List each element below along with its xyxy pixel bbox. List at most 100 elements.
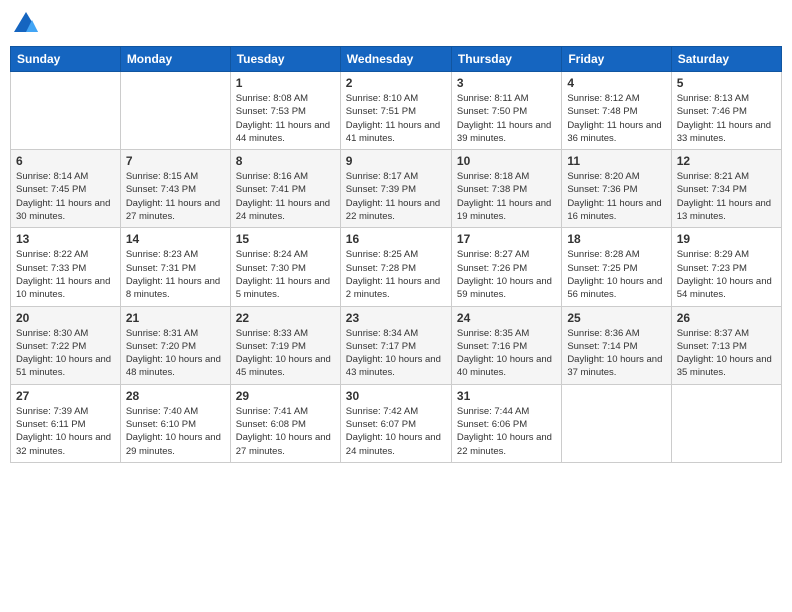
day-number: 2 bbox=[346, 76, 446, 90]
calendar-cell: 20 Sunrise: 8:30 AM Sunset: 7:22 PM Dayli… bbox=[11, 306, 121, 384]
calendar-cell: 24Sunrise: 8:35 AM Sunset: 7:16 PM Dayli… bbox=[451, 306, 561, 384]
day-detail: Sunrise: 7:41 AM Sunset: 6:08 PM Dayligh… bbox=[236, 405, 335, 458]
weekday-header-row: SundayMondayTuesdayWednesdayThursdayFrid… bbox=[11, 47, 782, 72]
calendar-cell: 3 Sunrise: 8:11 AM Sunset: 7:50 PM Daylig… bbox=[451, 72, 561, 150]
day-number: 16 bbox=[346, 232, 446, 246]
calendar-cell bbox=[120, 72, 230, 150]
day-number: 20 bbox=[16, 311, 115, 325]
day-number: 4 bbox=[567, 76, 665, 90]
weekday-header-tuesday: Tuesday bbox=[230, 47, 340, 72]
calendar-cell: 13Sunrise: 8:22 AM Sunset: 7:33 PM Dayli… bbox=[11, 228, 121, 306]
day-detail: Sunrise: 8:37 AM Sunset: 7:13 PM Dayligh… bbox=[677, 327, 776, 380]
calendar-cell: 12Sunrise: 8:21 AM Sunset: 7:34 PM Dayli… bbox=[671, 150, 781, 228]
day-detail: Sunrise: 7:40 AM Sunset: 6:10 PM Dayligh… bbox=[126, 405, 225, 458]
day-number: 6 bbox=[16, 154, 115, 168]
calendar-week-1: 1Sunrise: 8:08 AM Sunset: 7:53 PM Daylig… bbox=[11, 72, 782, 150]
day-number: 3 bbox=[457, 76, 556, 90]
calendar-cell: 19 Sunrise: 8:29 AM Sunset: 7:23 PM Dayli… bbox=[671, 228, 781, 306]
weekday-header-monday: Monday bbox=[120, 47, 230, 72]
day-detail: Sunrise: 8:15 AM Sunset: 7:43 PM Dayligh… bbox=[126, 170, 225, 223]
day-detail: Sunrise: 8:14 AM Sunset: 7:45 PM Dayligh… bbox=[16, 170, 115, 223]
day-detail: Sunrise: 8:28 AM Sunset: 7:25 PM Dayligh… bbox=[567, 248, 665, 301]
day-number: 17 bbox=[457, 232, 556, 246]
day-number: 11 bbox=[567, 154, 665, 168]
day-number: 9 bbox=[346, 154, 446, 168]
day-number: 19 bbox=[677, 232, 776, 246]
day-detail: Sunrise: 8:29 AM Sunset: 7:23 PM Dayligh… bbox=[677, 248, 776, 301]
day-detail: Sunrise: 8:11 AM Sunset: 7:50 PM Dayligh… bbox=[457, 92, 556, 145]
day-number: 8 bbox=[236, 154, 335, 168]
calendar-cell: 14Sunrise: 8:23 AM Sunset: 7:31 PM Dayli… bbox=[120, 228, 230, 306]
day-detail: Sunrise: 8:25 AM Sunset: 7:28 PM Dayligh… bbox=[346, 248, 446, 301]
day-detail: Sunrise: 8:36 AM Sunset: 7:14 PM Dayligh… bbox=[567, 327, 665, 380]
calendar-cell: 7 Sunrise: 8:15 AM Sunset: 7:43 PM Daylig… bbox=[120, 150, 230, 228]
day-number: 13 bbox=[16, 232, 115, 246]
day-detail: Sunrise: 8:31 AM Sunset: 7:20 PM Dayligh… bbox=[126, 327, 225, 380]
day-number: 21 bbox=[126, 311, 225, 325]
day-detail: Sunrise: 8:33 AM Sunset: 7:19 PM Dayligh… bbox=[236, 327, 335, 380]
calendar-week-3: 13Sunrise: 8:22 AM Sunset: 7:33 PM Dayli… bbox=[11, 228, 782, 306]
day-number: 5 bbox=[677, 76, 776, 90]
day-number: 10 bbox=[457, 154, 556, 168]
day-number: 30 bbox=[346, 389, 446, 403]
day-number: 27 bbox=[16, 389, 115, 403]
day-detail: Sunrise: 8:34 AM Sunset: 7:17 PM Dayligh… bbox=[346, 327, 446, 380]
calendar-cell: 31Sunrise: 7:44 AM Sunset: 6:06 PM Dayli… bbox=[451, 384, 561, 462]
page: SundayMondayTuesdayWednesdayThursdayFrid… bbox=[0, 0, 792, 612]
day-detail: Sunrise: 8:23 AM Sunset: 7:31 PM Dayligh… bbox=[126, 248, 225, 301]
day-number: 29 bbox=[236, 389, 335, 403]
day-number: 18 bbox=[567, 232, 665, 246]
day-detail: Sunrise: 8:17 AM Sunset: 7:39 PM Dayligh… bbox=[346, 170, 446, 223]
header bbox=[10, 10, 782, 38]
weekday-header-thursday: Thursday bbox=[451, 47, 561, 72]
day-detail: Sunrise: 8:10 AM Sunset: 7:51 PM Dayligh… bbox=[346, 92, 446, 145]
calendar-cell: 6 Sunrise: 8:14 AM Sunset: 7:45 PM Daylig… bbox=[11, 150, 121, 228]
calendar-cell: 5 Sunrise: 8:13 AM Sunset: 7:46 PM Daylig… bbox=[671, 72, 781, 150]
day-number: 28 bbox=[126, 389, 225, 403]
calendar-cell: 28 Sunrise: 7:40 AM Sunset: 6:10 PM Dayli… bbox=[120, 384, 230, 462]
day-detail: Sunrise: 8:08 AM Sunset: 7:53 PM Dayligh… bbox=[236, 92, 335, 145]
calendar-cell: 27 Sunrise: 7:39 AM Sunset: 6:11 PM Dayli… bbox=[11, 384, 121, 462]
calendar-week-5: 27 Sunrise: 7:39 AM Sunset: 6:11 PM Dayli… bbox=[11, 384, 782, 462]
day-detail: Sunrise: 8:24 AM Sunset: 7:30 PM Dayligh… bbox=[236, 248, 335, 301]
day-number: 24 bbox=[457, 311, 556, 325]
calendar-cell: 30 Sunrise: 7:42 AM Sunset: 6:07 PM Dayli… bbox=[340, 384, 451, 462]
logo-icon bbox=[12, 10, 40, 38]
calendar-cell: 16 Sunrise: 8:25 AM Sunset: 7:28 PM Dayli… bbox=[340, 228, 451, 306]
day-detail: Sunrise: 8:30 AM Sunset: 7:22 PM Dayligh… bbox=[16, 327, 115, 380]
calendar-cell: 2 Sunrise: 8:10 AM Sunset: 7:51 PM Daylig… bbox=[340, 72, 451, 150]
day-detail: Sunrise: 8:20 AM Sunset: 7:36 PM Dayligh… bbox=[567, 170, 665, 223]
calendar-cell: 26 Sunrise: 8:37 AM Sunset: 7:13 PM Dayli… bbox=[671, 306, 781, 384]
day-number: 12 bbox=[677, 154, 776, 168]
calendar-cell: 11 Sunrise: 8:20 AM Sunset: 7:36 PM Dayli… bbox=[562, 150, 671, 228]
day-detail: Sunrise: 7:42 AM Sunset: 6:07 PM Dayligh… bbox=[346, 405, 446, 458]
weekday-header-wednesday: Wednesday bbox=[340, 47, 451, 72]
day-number: 26 bbox=[677, 311, 776, 325]
calendar-cell: 18 Sunrise: 8:28 AM Sunset: 7:25 PM Dayli… bbox=[562, 228, 671, 306]
day-number: 7 bbox=[126, 154, 225, 168]
day-number: 22 bbox=[236, 311, 335, 325]
weekday-header-saturday: Saturday bbox=[671, 47, 781, 72]
day-detail: Sunrise: 7:39 AM Sunset: 6:11 PM Dayligh… bbox=[16, 405, 115, 458]
calendar-cell: 9 Sunrise: 8:17 AM Sunset: 7:39 PM Daylig… bbox=[340, 150, 451, 228]
calendar-cell bbox=[671, 384, 781, 462]
calendar-table: SundayMondayTuesdayWednesdayThursdayFrid… bbox=[10, 46, 782, 463]
day-detail: Sunrise: 8:27 AM Sunset: 7:26 PM Dayligh… bbox=[457, 248, 556, 301]
day-number: 23 bbox=[346, 311, 446, 325]
day-number: 15 bbox=[236, 232, 335, 246]
calendar-cell: 17 Sunrise: 8:27 AM Sunset: 7:26 PM Dayli… bbox=[451, 228, 561, 306]
weekday-header-friday: Friday bbox=[562, 47, 671, 72]
calendar-cell: 4 Sunrise: 8:12 AM Sunset: 7:48 PM Daylig… bbox=[562, 72, 671, 150]
calendar-cell: 22 Sunrise: 8:33 AM Sunset: 7:19 PM Dayli… bbox=[230, 306, 340, 384]
day-detail: Sunrise: 8:12 AM Sunset: 7:48 PM Dayligh… bbox=[567, 92, 665, 145]
calendar-week-4: 20 Sunrise: 8:30 AM Sunset: 7:22 PM Dayli… bbox=[11, 306, 782, 384]
calendar-cell: 25Sunrise: 8:36 AM Sunset: 7:14 PM Dayli… bbox=[562, 306, 671, 384]
weekday-header-sunday: Sunday bbox=[11, 47, 121, 72]
calendar-cell: 21 Sunrise: 8:31 AM Sunset: 7:20 PM Dayli… bbox=[120, 306, 230, 384]
day-detail: Sunrise: 8:13 AM Sunset: 7:46 PM Dayligh… bbox=[677, 92, 776, 145]
day-detail: Sunrise: 7:44 AM Sunset: 6:06 PM Dayligh… bbox=[457, 405, 556, 458]
logo bbox=[10, 10, 40, 38]
calendar-cell: 10 Sunrise: 8:18 AM Sunset: 7:38 PM Dayli… bbox=[451, 150, 561, 228]
day-detail: Sunrise: 8:18 AM Sunset: 7:38 PM Dayligh… bbox=[457, 170, 556, 223]
calendar-cell bbox=[11, 72, 121, 150]
